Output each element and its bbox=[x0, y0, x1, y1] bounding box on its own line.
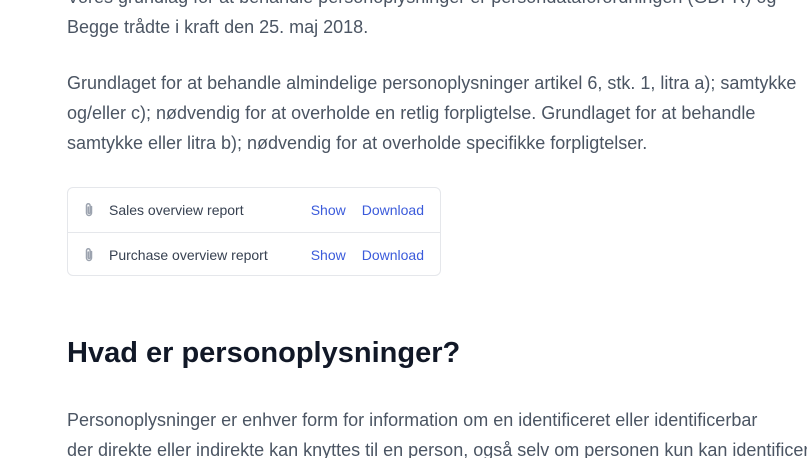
definition-line: Personoplysninger er enhver form for inf… bbox=[67, 410, 758, 430]
legal-line: Grundlaget for at behandle almindelige p… bbox=[67, 73, 797, 93]
definition-paragraph: Personoplysninger er enhver form for inf… bbox=[67, 405, 807, 458]
download-button[interactable]: Download bbox=[362, 247, 424, 263]
intro-line: Begge trådte i kraft den 25. maj 2018. bbox=[67, 17, 369, 37]
download-button[interactable]: Download bbox=[362, 202, 424, 218]
legal-line: og/eller c); nødvendig for at overholde … bbox=[67, 103, 756, 123]
legal-basis-paragraph: Grundlaget for at behandle almindelige p… bbox=[67, 68, 796, 158]
show-button[interactable]: Show bbox=[311, 202, 346, 218]
attachment-row: Purchase overview report Show Download bbox=[68, 232, 440, 275]
attachment-name: Sales overview report bbox=[109, 202, 244, 218]
section-heading: Hvad er personoplysninger? bbox=[67, 337, 461, 369]
definition-line: der direkte eller indirekte kan knyttes … bbox=[67, 440, 807, 458]
attachment-name: Purchase overview report bbox=[109, 246, 268, 263]
attachment-list: Sales overview report Show Download Purc… bbox=[67, 187, 441, 276]
intro-line: Vores grundlag for at behandle personopl… bbox=[67, 0, 776, 12]
show-button[interactable]: Show bbox=[311, 247, 346, 263]
attachment-row: Sales overview report Show Download bbox=[68, 188, 440, 232]
paperclip-icon bbox=[82, 246, 98, 264]
intro-paragraph: Vores grundlag for at behandle personopl… bbox=[67, 0, 776, 42]
paperclip-icon bbox=[82, 201, 98, 219]
legal-line: samtykke eller litra b); nødvendig for a… bbox=[67, 133, 648, 153]
